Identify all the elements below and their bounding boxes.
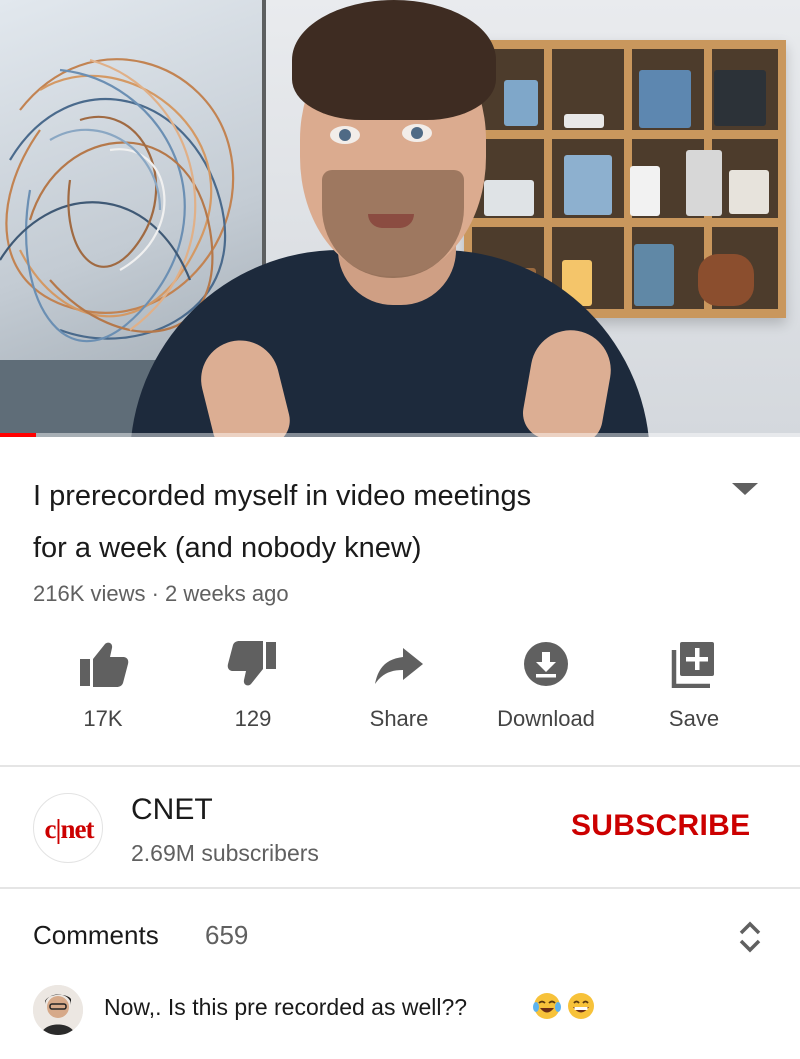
playlist-add-icon — [671, 642, 714, 688]
like-button[interactable]: 17K — [28, 640, 178, 740]
download-icon — [524, 642, 568, 686]
face-with-tears-of-joy-icon — [533, 993, 561, 1019]
divider — [0, 887, 800, 889]
action-bar: 17K 129 Share Download Save — [0, 640, 800, 740]
comments-heading[interactable]: Comments — [33, 920, 159, 951]
chevron-down-icon[interactable] — [732, 483, 758, 495]
commenter-avatar[interactable] — [33, 985, 83, 1035]
video-player[interactable] — [0, 0, 800, 437]
thumbs-up-icon — [80, 642, 129, 687]
cnet-logo: c|net — [44, 814, 95, 844]
video-progress-bar[interactable] — [0, 433, 800, 437]
dislike-button[interactable]: 129 — [178, 640, 328, 740]
share-button[interactable]: Share — [324, 640, 474, 740]
share-arrow-icon — [375, 648, 423, 684]
like-count: 17K — [83, 706, 123, 731]
video-title-line-2: for a week (and nobody knew) — [33, 532, 422, 564]
subscriber-count: 2.69M subscribers — [131, 840, 319, 866]
thumbs-down-icon — [227, 641, 276, 686]
expand-collapse-icon[interactable] — [732, 917, 768, 957]
subscribe-button[interactable]: SUBSCRIBE — [571, 809, 750, 843]
video-title[interactable]: I prerecorded myself in video meetings f… — [33, 470, 693, 574]
video-title-line-1: I prerecorded myself in video meetings — [33, 480, 532, 512]
share-label: Share — [369, 706, 429, 731]
download-button[interactable]: Download — [471, 640, 621, 740]
download-label: Download — [497, 706, 595, 731]
save-label: Save — [668, 706, 720, 731]
dislike-count: 129 — [234, 706, 272, 731]
comments-count: 659 — [205, 920, 249, 950]
channel-avatar[interactable]: c|net — [33, 793, 103, 863]
save-button[interactable]: Save — [619, 640, 769, 740]
video-metadata: 216K views · 2 weeks ago — [33, 581, 289, 606]
channel-name[interactable]: CNET — [131, 793, 213, 827]
grinning-face-icon — [568, 993, 594, 1019]
comment-text: Now,. Is this pre recorded as well?? — [104, 994, 468, 1020]
video-progress-fill — [0, 433, 36, 437]
divider — [0, 765, 800, 767]
